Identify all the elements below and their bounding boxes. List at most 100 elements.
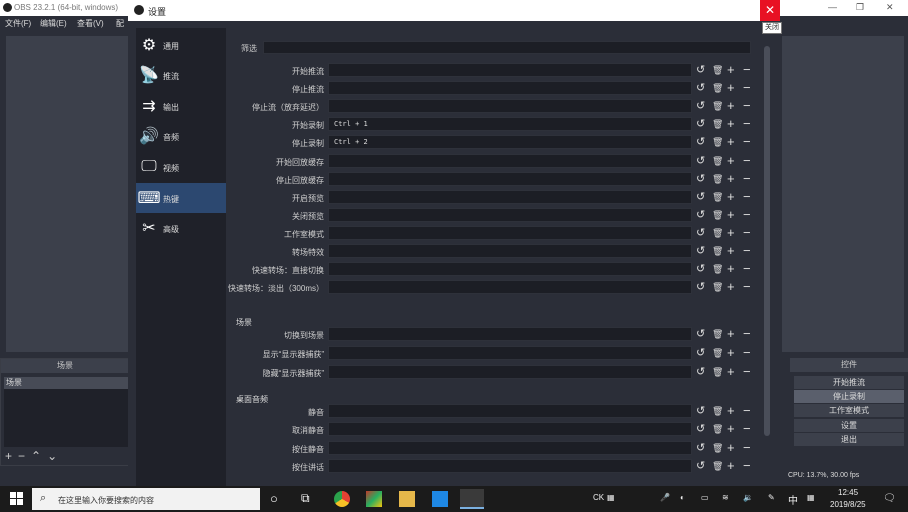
add-icon[interactable]: + [727,63,735,77]
scrollbar-thumb[interactable] [764,46,770,436]
menu-edit[interactable]: 编辑(E) [40,18,67,29]
hotkey-input[interactable] [328,154,692,168]
hotkey-input[interactable]: Ctrl + 2 [328,135,692,149]
sidebar-item-audio[interactable]: 🔊 音频 [136,121,226,151]
close-button[interactable]: ✕ [760,0,780,21]
remove-icon[interactable]: − [743,459,751,473]
clock-time[interactable]: 12:45 [838,488,858,497]
delete-icon[interactable]: 🗑 [712,404,723,418]
hotkey-input[interactable] [328,172,692,186]
ime-toolbar-icon[interactable]: ▦ [607,493,615,502]
pen-icon[interactable]: ✎ [768,493,775,502]
add-icon[interactable]: + [727,262,735,276]
reset-icon[interactable]: ↺ [696,280,705,294]
exit-button[interactable]: 退出 [794,433,904,446]
delete-icon[interactable]: 🗑 [712,154,723,168]
microphone-icon[interactable]: 🎤 [660,493,670,502]
obs-taskbar-icon[interactable] [460,489,484,509]
reset-icon[interactable]: ↺ [696,365,705,379]
reset-icon[interactable]: ↺ [696,441,705,455]
app-tray-icon[interactable]: ◐ [680,493,685,502]
task-view-icon[interactable]: ⧉ [301,491,317,507]
hotkey-input[interactable] [328,244,692,258]
remove-icon[interactable]: − [743,280,751,294]
reset-icon[interactable]: ↺ [696,459,705,473]
maximize-icon[interactable]: ❐ [856,2,864,13]
sidebar-item-stream[interactable]: 📡 推流 [136,60,226,90]
file-explorer-icon[interactable] [399,491,415,507]
remove-icon[interactable]: − [743,154,751,168]
reset-icon[interactable]: ↺ [696,117,705,131]
reset-icon[interactable]: ↺ [696,172,705,186]
hotkey-input[interactable] [328,262,692,276]
add-icon[interactable]: + [727,172,735,186]
remove-icon[interactable]: − [743,422,751,436]
add-scene-icon[interactable]: + [5,449,18,463]
delete-icon[interactable]: 🗑 [712,208,723,222]
delete-icon[interactable]: 🗑 [712,441,723,455]
close-window-icon[interactable]: ✕ [886,2,894,13]
reset-icon[interactable]: ↺ [696,63,705,77]
delete-icon[interactable]: 🗑 [712,346,723,360]
hotkey-input[interactable] [328,63,692,77]
paint-app-icon[interactable] [366,491,382,507]
hotkey-input[interactable] [328,99,692,113]
volume-icon[interactable]: 🔉 [743,493,753,502]
remove-icon[interactable]: − [743,99,751,113]
delete-icon[interactable]: 🗑 [712,280,723,294]
studio-mode-button[interactable]: 工作室模式 [794,404,904,417]
delete-icon[interactable]: 🗑 [712,262,723,276]
delete-icon[interactable]: 🗑 [712,244,723,258]
sidebar-item-hotkeys[interactable]: ⌨ 热键 [136,183,226,213]
battery-icon[interactable]: ▭ [701,493,709,502]
add-icon[interactable]: + [727,346,735,360]
menu-file[interactable]: 文件(F) [5,18,31,29]
clock-date[interactable]: 2019/8/25 [830,500,866,509]
remove-icon[interactable]: − [743,208,751,222]
add-icon[interactable]: + [727,327,735,341]
remove-icon[interactable]: − [743,226,751,240]
language-indicator[interactable]: 中 [788,492,798,507]
scene-list[interactable] [4,389,128,447]
delete-icon[interactable]: 🗑 [712,81,723,95]
remove-scene-icon[interactable]: − [18,449,31,463]
add-icon[interactable]: + [727,154,735,168]
remove-icon[interactable]: − [743,172,751,186]
hotkey-input[interactable] [328,190,692,204]
add-icon[interactable]: + [727,226,735,240]
delete-icon[interactable]: 🗑 [712,459,723,473]
remove-icon[interactable]: − [743,441,751,455]
add-icon[interactable]: + [727,81,735,95]
delete-icon[interactable]: 🗑 [712,226,723,240]
taskbar-search-input[interactable]: ⌕ 在这里输入你要搜索的内容 [32,488,260,510]
hotkey-input[interactable] [328,346,692,360]
remove-icon[interactable]: − [743,327,751,341]
vertical-scrollbar[interactable] [762,36,772,486]
scene-list-item[interactable]: 场景 [4,377,128,389]
reset-icon[interactable]: ↺ [696,327,705,341]
start-streaming-button[interactable]: 开始推流 [794,376,904,389]
add-icon[interactable]: + [727,190,735,204]
vscode-icon[interactable] [432,491,448,507]
delete-icon[interactable]: 🗑 [712,99,723,113]
add-icon[interactable]: + [727,280,735,294]
reset-icon[interactable]: ↺ [696,190,705,204]
ime-mode-text[interactable]: CK [593,493,604,502]
reset-icon[interactable]: ↺ [696,81,705,95]
minimize-icon[interactable]: — [828,2,837,12]
wifi-icon[interactable]: ≋ [722,493,729,502]
remove-icon[interactable]: − [743,117,751,131]
hotkey-input[interactable] [328,327,692,341]
ime-grid-icon[interactable]: ▦ [807,493,815,502]
cortana-icon[interactable]: ○ [270,491,286,507]
reset-icon[interactable]: ↺ [696,99,705,113]
notification-icon[interactable]: 🗨 [883,493,896,504]
sidebar-item-video[interactable]: 🖵 视频 [136,152,226,182]
chrome-icon[interactable] [334,491,350,507]
delete-icon[interactable]: 🗑 [712,327,723,341]
remove-icon[interactable]: − [743,244,751,258]
reset-icon[interactable]: ↺ [696,244,705,258]
hotkey-input[interactable]: Ctrl + 1 [328,117,692,131]
hotkey-input[interactable] [328,226,692,240]
hotkey-input[interactable] [328,280,692,294]
